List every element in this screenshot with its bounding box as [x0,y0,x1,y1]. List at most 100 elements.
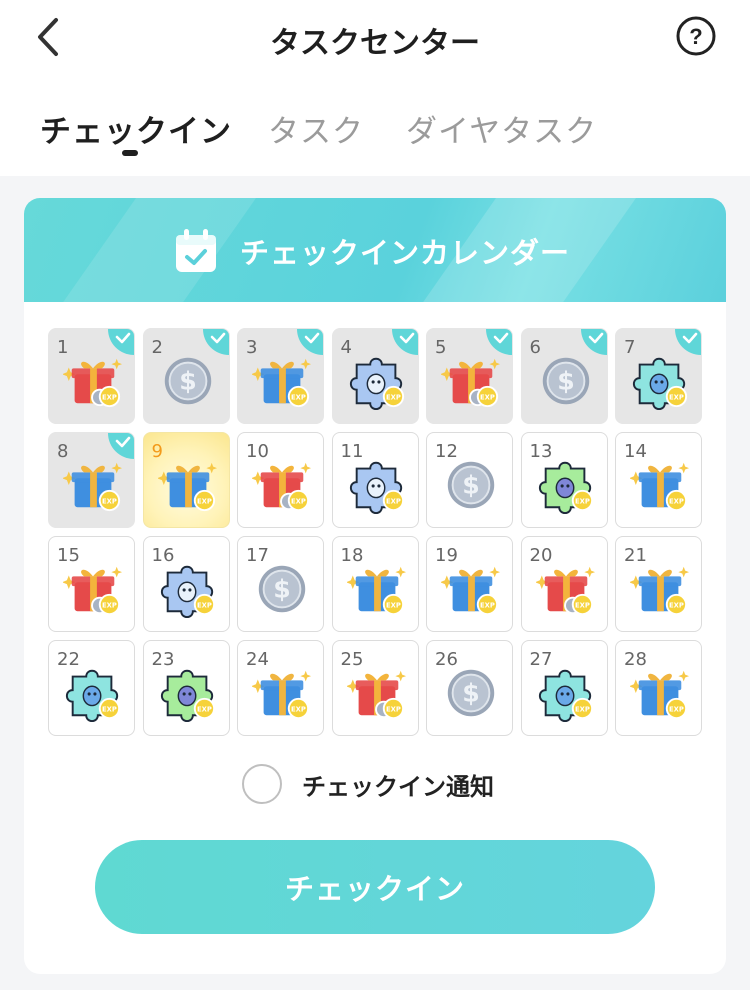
teal-puzzle-exp-icon: EXP [632,357,688,411]
svg-text:$: $ [557,367,575,396]
tab-diamond-tasks[interactable]: ダイヤタスク [406,106,597,151]
svg-text:EXP: EXP [386,393,401,401]
silver-coin-icon: $ [164,357,211,405]
question-circle-icon: ? [676,16,716,56]
notification-radio[interactable] [242,764,282,804]
calendar-day-16[interactable]: 16 EXP [142,536,230,632]
green-puzzle-exp-icon: EXP [538,461,593,515]
checked-corner-icon [580,329,607,355]
svg-text:$: $ [462,471,480,500]
blue-gift-exp-icon: EXP [346,566,406,616]
svg-text:EXP: EXP [102,393,117,401]
svg-text:EXP: EXP [197,601,212,609]
calendar-day-1[interactable]: 1 EXP [48,328,135,424]
calendar-day-17[interactable]: 17 $ [237,536,324,632]
calendar-day-22[interactable]: 22 EXP [48,640,135,736]
svg-text:EXP: EXP [669,705,684,713]
svg-text:EXP: EXP [386,497,401,505]
blue-puzzle-exp-icon: EXP [160,565,215,619]
svg-text:EXP: EXP [480,393,495,401]
blue-gift-exp-icon: EXP [630,566,690,616]
svg-text:EXP: EXP [480,601,495,609]
checked-corner-icon [486,329,512,355]
calendar-day-5[interactable]: 5 EXP [426,328,513,424]
svg-text:EXP: EXP [386,601,401,609]
calendar-day-15[interactable]: 15 EXP [48,536,135,632]
page-title: タスクセンター [270,26,480,61]
calendar-day-14[interactable]: 14 EXP [615,432,702,528]
calendar-day-8[interactable]: 8 EXP [48,432,135,528]
svg-text:EXP: EXP [197,497,212,505]
calendar-day-6[interactable]: 6 $ [520,328,608,424]
calendar-day-21[interactable]: 21 EXP [615,536,702,632]
svg-text:EXP: EXP [669,497,684,505]
checked-corner-icon [108,329,134,355]
checked-corner-icon [108,433,134,459]
calendar-day-9[interactable]: 9 EXP [142,432,230,528]
checkin-button[interactable]: チェックイン [95,840,655,934]
app-header: タスクセンター ? [0,0,750,76]
calendar-day-11[interactable]: 11 EXP [331,432,419,528]
svg-text:EXP: EXP [575,601,590,609]
help-button[interactable]: ? [676,16,716,56]
tab-checkin[interactable]: チェックイン [40,106,232,151]
svg-text:EXP: EXP [291,497,306,505]
silver-coin-icon: $ [447,461,495,509]
checkin-card: チェックインカレンダー 1 EXP 2 $3 EXP 4 EXP 5 EXP 6 $7 EXP 8 EXP… [24,198,726,974]
calendar-day-12[interactable]: 12 $ [426,432,513,528]
calendar-day-4[interactable]: 4 EXP [331,328,419,424]
red-gift-coin-exp-icon: EXP [252,462,312,512]
red-gift-coin-exp-icon: EXP [63,358,123,408]
svg-text:EXP: EXP [102,601,117,609]
teal-puzzle-exp-icon: EXP [65,669,121,723]
blue-gift-exp-icon: EXP [63,462,123,512]
checked-corner-icon [391,329,418,355]
calendar-day-18[interactable]: 18 EXP [331,536,419,632]
svg-text:EXP: EXP [575,497,590,505]
calendar-day-28[interactable]: 28 EXP [615,640,702,736]
calendar-day-10[interactable]: 10 EXP [237,432,324,528]
svg-text:EXP: EXP [197,705,212,713]
calendar-day-26[interactable]: 26 $ [426,640,513,736]
svg-text:EXP: EXP [669,393,684,401]
red-gift-coin-exp-icon: EXP [441,358,501,408]
blue-puzzle-exp-icon: EXP [349,461,404,515]
tab-bar: チェックイン タスク ダイヤタスク [0,76,750,176]
blue-gift-exp-icon: EXP [441,566,501,616]
red-gift-coin-exp-icon: EXP [63,566,123,616]
calendar-banner: チェックインカレンダー [24,198,726,348]
calendar-day-2[interactable]: 2 $ [142,328,230,424]
checked-corner-icon [202,329,229,355]
svg-text:EXP: EXP [575,705,590,713]
tab-tasks[interactable]: タスク [268,106,364,151]
svg-text:EXP: EXP [669,601,684,609]
calendar-day-24[interactable]: 24 EXP [237,640,324,736]
svg-text:$: $ [462,679,480,708]
blue-gift-exp-icon: EXP [630,462,690,512]
calendar-day-25[interactable]: 25 EXP [331,640,419,736]
svg-text:EXP: EXP [102,497,117,505]
calendar-check-icon [176,229,216,272]
svg-text:?: ? [689,24,702,49]
svg-text:EXP: EXP [291,705,306,713]
calendar-day-23[interactable]: 23 EXP [142,640,230,736]
calendar-day-27[interactable]: 27 EXP [520,640,608,736]
calendar-day-7[interactable]: 7 EXP [615,328,702,424]
calendar-day-3[interactable]: 3 EXP [237,328,324,424]
calendar-day-20[interactable]: 20 EXP [520,536,608,632]
silver-coin-icon: $ [447,669,495,717]
svg-text:EXP: EXP [386,705,401,713]
blue-puzzle-exp-icon: EXP [349,357,404,411]
green-puzzle-exp-icon: EXP [160,669,215,723]
calendar-day-19[interactable]: 19 EXP [426,536,513,632]
calendar-day-13[interactable]: 13 EXP [520,432,608,528]
active-tab-indicator [122,150,138,156]
blue-gift-exp-icon: EXP [157,462,217,512]
blue-gift-exp-icon: EXP [630,670,690,720]
red-gift-coin-exp-icon: EXP [535,566,595,616]
silver-coin-icon: $ [258,565,306,613]
silver-coin-icon: $ [542,357,589,405]
svg-text:$: $ [273,575,291,604]
checkin-notification-toggle[interactable]: チェックイン通知 [242,764,494,804]
checked-corner-icon [297,329,323,355]
